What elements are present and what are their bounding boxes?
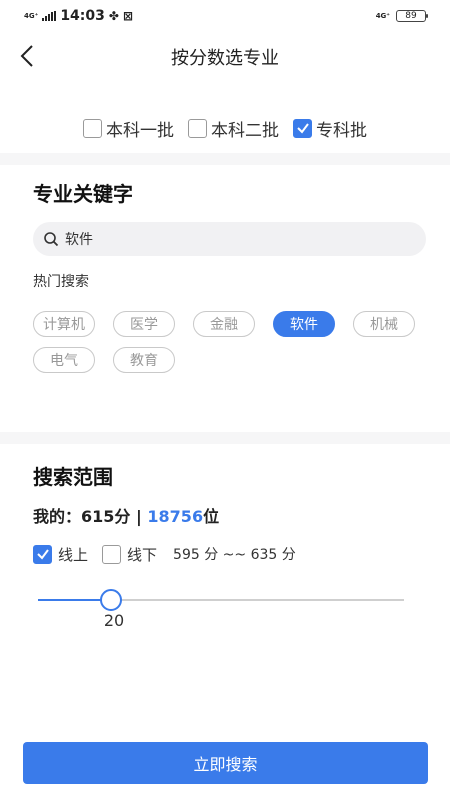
rank-unit: 位 <box>203 507 220 526</box>
check-icon <box>36 549 49 560</box>
my-score: 615分 <box>81 507 131 526</box>
batch-options: 本科一批 本科二批 专科批 <box>0 108 450 148</box>
slider-thumb[interactable] <box>100 589 122 611</box>
hot-tag-jisuanji[interactable]: 计算机 <box>33 311 95 337</box>
checkbox[interactable] <box>293 118 312 138</box>
status-right: 4G⁺ 89 <box>375 10 428 22</box>
hot-search-label: 热门搜索 <box>33 274 89 290</box>
nav-bar: 按分数选专业 <box>0 32 450 80</box>
notification-icon: ⊠ <box>122 9 134 23</box>
search-icon <box>44 232 59 247</box>
hot-tag-ruanjian[interactable]: 软件 <box>273 311 335 337</box>
search-now-button[interactable]: 立即搜索 <box>23 742 428 784</box>
status-time: 14:03 <box>60 8 105 24</box>
hot-tag-jixie[interactable]: 机械 <box>353 311 415 337</box>
search-input[interactable] <box>65 231 385 247</box>
score-range-text: 595 分 ~~ 635 分 <box>173 547 296 563</box>
score-separator: | <box>130 507 148 526</box>
online-option[interactable]: 线上 <box>33 544 88 565</box>
checkbox[interactable] <box>188 118 207 138</box>
status-bar: 4G⁺ 14:03 ✤ ⊠ 4G⁺ 89 <box>0 0 450 32</box>
batch-option-benke-2[interactable]: 本科二批 <box>188 116 279 141</box>
batch-label: 本科一批 <box>106 120 174 141</box>
batch-label: 专科批 <box>316 120 367 141</box>
hot-tag-jiaoyu[interactable]: 教育 <box>113 347 175 373</box>
my-label: 我的： <box>33 507 82 526</box>
hot-tag-yixue[interactable]: 医学 <box>113 311 175 337</box>
search-box[interactable] <box>33 222 426 256</box>
hot-tag-jinrong[interactable]: 金融 <box>193 311 255 337</box>
page-title: 按分数选专业 <box>171 48 279 69</box>
section-divider <box>0 432 450 444</box>
hot-tag-dianqi[interactable]: 电气 <box>33 347 95 373</box>
batch-option-benke-1[interactable]: 本科一批 <box>83 116 174 141</box>
battery-icon: 89 <box>396 10 428 22</box>
offline-option[interactable]: 线下 <box>102 544 157 565</box>
mode-row: 线上 线下 595 分 ~~ 635 分 <box>33 542 296 566</box>
batch-label: 本科二批 <box>211 120 279 141</box>
range-section-title: 搜索范围 <box>33 465 113 489</box>
range-slider[interactable] <box>38 588 404 612</box>
fan-icon: ✤ <box>108 9 119 23</box>
network-type-right: 4G⁺ <box>375 11 390 20</box>
checkbox[interactable] <box>83 118 102 138</box>
batch-option-zhuanke[interactable]: 专科批 <box>293 116 367 141</box>
slider-value: 20 <box>103 611 125 630</box>
signal-icon <box>42 11 57 21</box>
online-label: 线上 <box>58 545 89 564</box>
keyword-section-title: 专业关键字 <box>33 182 133 206</box>
my-score-line: 我的：615分 | 18756位 <box>33 503 219 527</box>
status-left: 4G⁺ 14:03 ✤ ⊠ <box>24 8 133 24</box>
offline-label: 线下 <box>127 545 158 564</box>
offline-checkbox[interactable] <box>102 544 122 564</box>
my-rank: 18756 <box>147 507 204 526</box>
check-icon <box>296 123 309 134</box>
section-divider <box>0 153 450 165</box>
online-checkbox[interactable] <box>33 544 52 564</box>
network-type-left: 4G⁺ <box>24 11 39 20</box>
